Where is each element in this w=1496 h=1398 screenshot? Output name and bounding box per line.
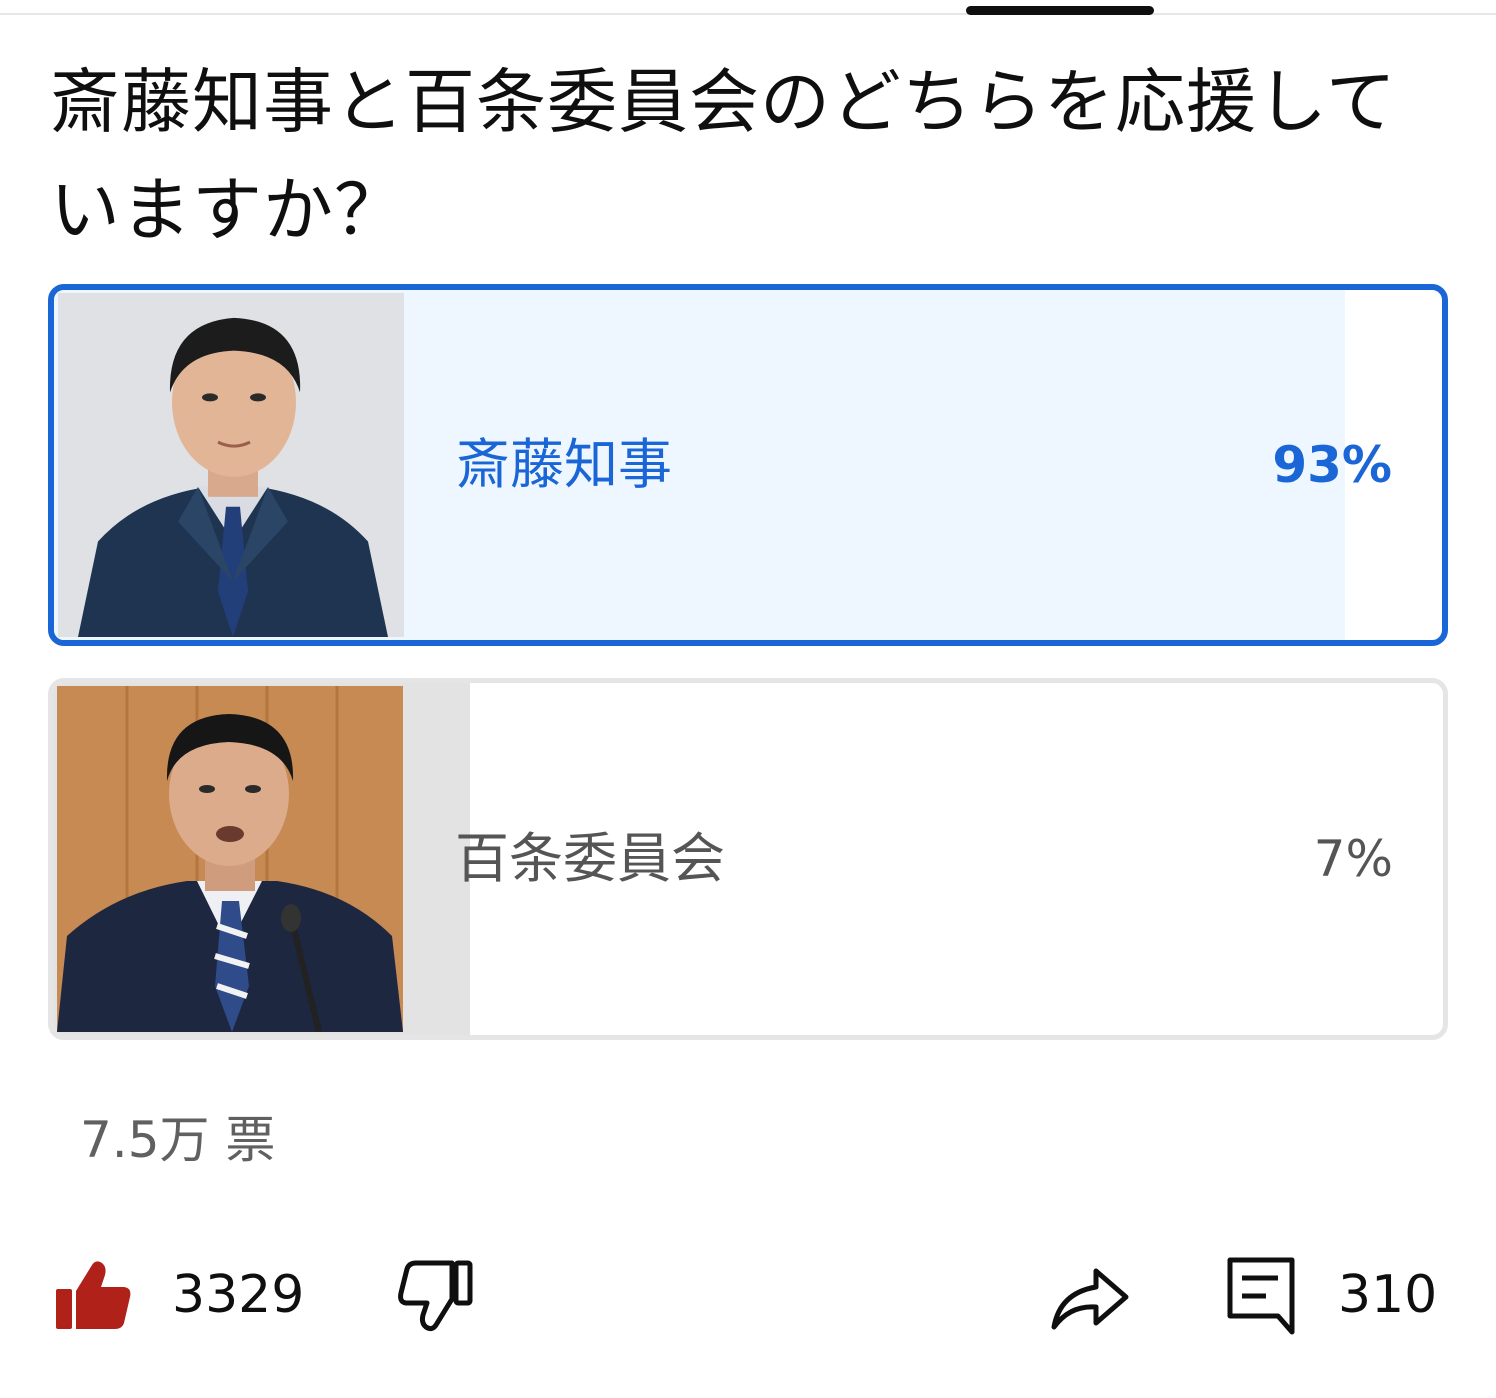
option-percent: 93%: [1272, 436, 1392, 494]
drag-handle[interactable]: [966, 6, 1154, 15]
share-icon: [1051, 1268, 1129, 1330]
vote-count: 7.5万 票: [80, 1111, 276, 1169]
like-button[interactable]: [52, 1250, 134, 1340]
comment-count: 310: [1338, 1265, 1438, 1325]
poll-option-hyakujo[interactable]: 百条委員会 7%: [48, 678, 1448, 1040]
option-thumbnail: [57, 686, 403, 1032]
dislike-button[interactable]: [396, 1250, 476, 1340]
poll-question: 斎藤知事と百条委員会のどちらを応援していますか？: [50, 61, 1397, 251]
comment-button[interactable]: [1224, 1250, 1300, 1340]
comment-icon: [1227, 1257, 1295, 1335]
poll-option-saito[interactable]: 斎藤知事 93%: [48, 284, 1448, 646]
option-percent: 7%: [1313, 830, 1393, 888]
option-label: 斎藤知事: [456, 433, 672, 496]
thumbs-up-icon: [56, 1261, 131, 1329]
top-divider: [0, 13, 1496, 15]
option-thumbnail: [58, 293, 404, 637]
thumbs-down-icon: [398, 1260, 473, 1332]
option-label: 百条委員会: [455, 827, 725, 890]
share-button[interactable]: [1046, 1250, 1132, 1340]
like-count: 3329: [172, 1265, 305, 1325]
